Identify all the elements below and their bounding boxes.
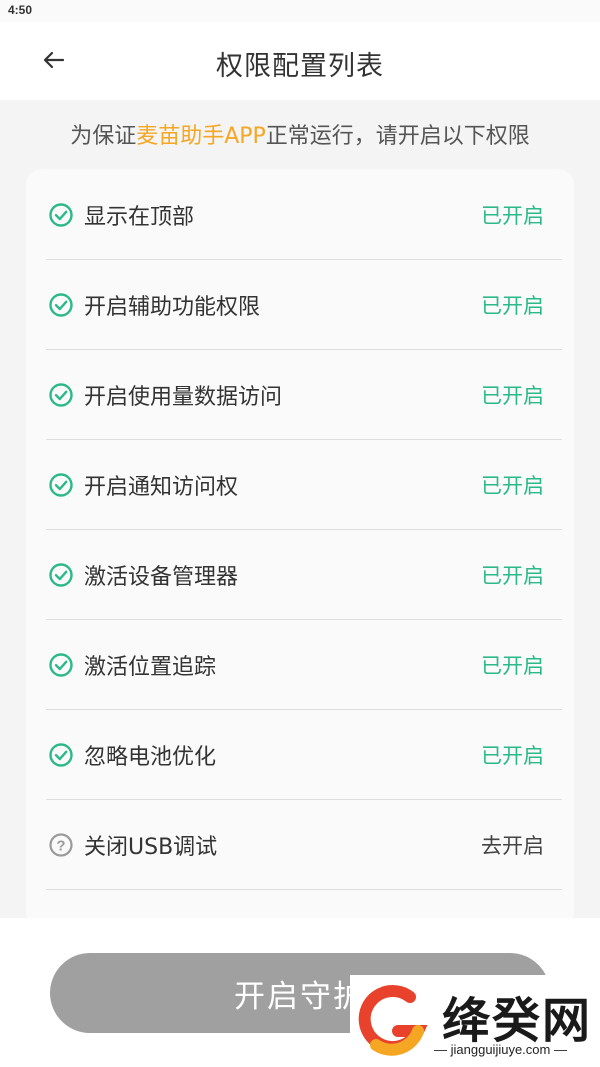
permission-status-enabled: 已开启 xyxy=(481,654,544,678)
permission-row[interactable]: 激活位置追踪 已开启 xyxy=(46,619,562,710)
permission-row[interactable]: 开启通知访问权 已开启 xyxy=(46,439,562,530)
permission-label: 显示在顶部 xyxy=(84,205,195,230)
watermark-url-text: jiangguijiuye.com xyxy=(450,1042,551,1057)
check-circle-icon xyxy=(48,472,74,498)
permission-hint: 为保证麦苗助手APP正常运行，请开启以下权限 xyxy=(0,118,600,150)
hint-suffix: 正常运行，请开启以下权限 xyxy=(265,124,530,149)
hint-prefix: 为保证 xyxy=(70,124,137,149)
status-bar: 4:50 xyxy=(0,0,600,22)
permission-status-enabled: 已开启 xyxy=(481,384,544,408)
watermark-brand: 绛癸网 xyxy=(442,993,593,1049)
permission-list: 显示在顶部 已开启 开启辅助功能权限 已开启 开启使用量数据访问 已开启 开启通知访问权 已开… xyxy=(26,169,574,929)
permission-label: 开启使用量数据访问 xyxy=(84,385,283,410)
permission-label: 激活设备管理器 xyxy=(84,565,239,590)
check-circle-icon xyxy=(48,202,74,228)
permission-label: 开启辅助功能权限 xyxy=(84,295,261,320)
permission-label: 忽略电池优化 xyxy=(84,745,217,770)
check-circle-icon xyxy=(48,562,74,588)
permission-label: 开启通知访问权 xyxy=(84,475,239,500)
permission-row[interactable]: 显示在顶部 已开启 xyxy=(46,169,562,260)
question-circle-icon: ? xyxy=(48,832,74,858)
status-time: 4:50 xyxy=(8,3,33,17)
permission-row[interactable]: 开启辅助功能权限 已开启 xyxy=(46,259,562,350)
check-circle-icon xyxy=(48,382,74,408)
check-circle-icon xyxy=(48,292,74,318)
permission-status-enabled: 已开启 xyxy=(481,204,544,228)
permission-row[interactable]: 激活设备管理器 已开启 xyxy=(46,529,562,620)
permission-row[interactable]: 忽略电池优化 已开启 xyxy=(46,709,562,800)
permission-enable-link[interactable]: 去开启 xyxy=(481,830,544,860)
permission-status-enabled: 已开启 xyxy=(481,474,544,498)
app-bar: 权限配置列表 xyxy=(0,22,600,100)
check-circle-icon xyxy=(48,742,74,768)
permission-status-enabled: 已开启 xyxy=(481,564,544,588)
hint-app-name: 麦苗助手APP xyxy=(136,124,266,149)
watermark: 绛癸网 — jiangguijiuye.com — xyxy=(350,975,600,1067)
check-circle-icon xyxy=(48,652,74,678)
permission-status-enabled: 已开启 xyxy=(481,294,544,318)
permission-row[interactable]: ? 关闭USB调试 去开启 xyxy=(46,799,562,890)
watermark-logo-icon xyxy=(358,985,428,1056)
page-title: 权限配置列表 xyxy=(216,51,384,82)
watermark-url: — jiangguijiuye.com — xyxy=(434,1042,567,1057)
permission-status-enabled: 已开启 xyxy=(481,744,544,768)
permission-label: 关闭USB调试 xyxy=(84,835,218,860)
permission-label: 激活位置追踪 xyxy=(84,655,217,680)
svg-text:?: ? xyxy=(56,838,65,855)
permission-row[interactable]: 开启使用量数据访问 已开启 xyxy=(46,349,562,440)
